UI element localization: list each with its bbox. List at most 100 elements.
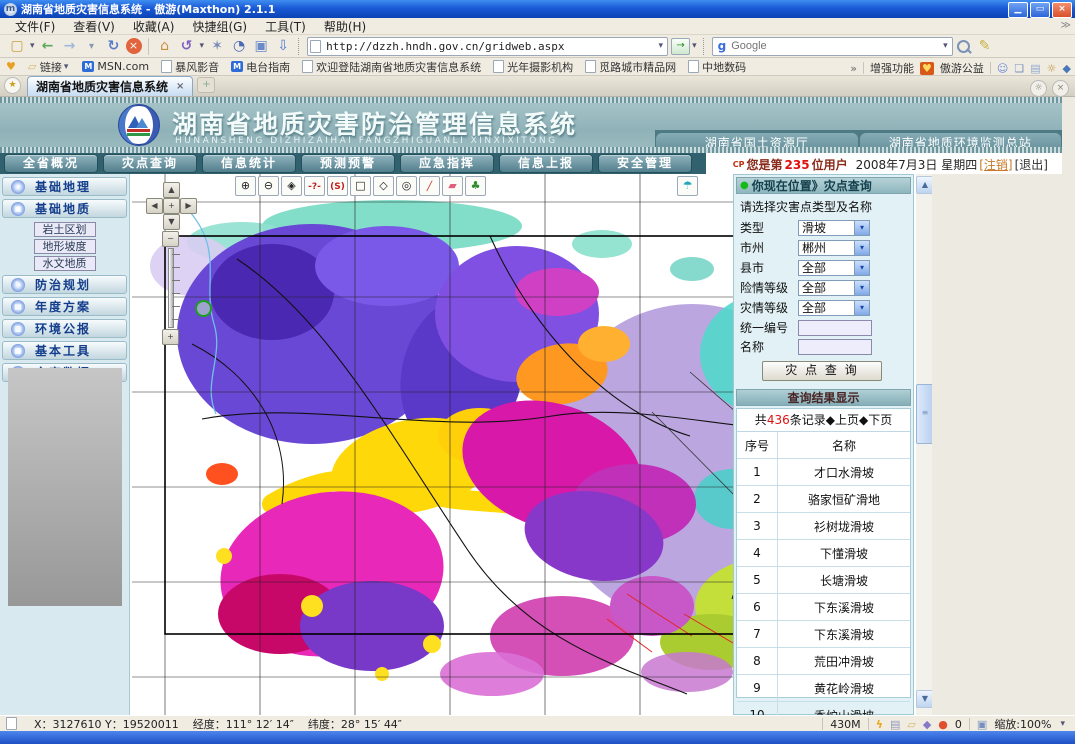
nav-tab-report[interactable]: 信息上报 xyxy=(499,154,593,173)
logout-link[interactable]: [注销] xyxy=(979,156,1012,173)
menu-tools[interactable]: 工具(T) xyxy=(256,18,315,35)
name-input[interactable] xyxy=(798,339,872,355)
highlight-pen-icon[interactable]: ✎ xyxy=(975,37,995,56)
pan-down-icon[interactable]: ▼ xyxy=(163,214,180,230)
links-folder[interactable]: ▱ 链接 ▾ xyxy=(28,59,71,75)
search-input[interactable] xyxy=(729,39,941,53)
pan-right-icon[interactable]: ▶ xyxy=(180,198,197,214)
scale-icon[interactable]: (S) xyxy=(327,176,348,196)
table-row[interactable]: 1才口水滑坡 xyxy=(737,459,910,486)
link-city[interactable]: 觅路城市精品网 xyxy=(585,59,676,75)
risk-level-select[interactable]: 全部▾ xyxy=(798,280,870,296)
zoom-minus-icon[interactable]: − xyxy=(162,231,179,247)
zoom-out-icon[interactable]: ⊖ xyxy=(258,176,279,196)
nav-tab-statistics[interactable]: 信息统计 xyxy=(202,154,296,173)
menu-overflow-icon[interactable]: ≫ xyxy=(1061,20,1071,31)
folder-status-icon[interactable]: ▱ xyxy=(907,718,915,731)
panels-icon[interactable]: ▣ xyxy=(251,37,271,56)
zoom-slider[interactable] xyxy=(168,248,174,328)
link-photo[interactable]: 光年摄影机构 xyxy=(493,59,573,75)
sidebar-item-basic-tools[interactable]: ▦ 基本工具 xyxy=(2,341,127,360)
download-icon[interactable]: ⇩ xyxy=(273,37,293,56)
undo-icon[interactable]: ↺ xyxy=(177,37,197,56)
subitem-hydrogeology[interactable]: 水文地质 xyxy=(34,256,96,271)
measure-icon[interactable]: -?- xyxy=(304,176,325,196)
pan-center-icon[interactable]: + xyxy=(163,198,180,214)
prev-page-link[interactable]: ◆上页 xyxy=(826,413,859,427)
back-icon[interactable]: ← xyxy=(38,37,58,56)
menu-groups[interactable]: 快捷组(G) xyxy=(183,18,256,35)
link-zhongdi[interactable]: 中地数码 xyxy=(688,59,746,75)
select-polygon-icon[interactable]: ◇ xyxy=(373,176,394,196)
stop-icon[interactable]: × xyxy=(126,38,142,54)
zoom-level[interactable]: 缩放:100% xyxy=(994,716,1051,732)
go-button[interactable]: → xyxy=(671,38,690,55)
new-page-icon[interactable]: ▢ xyxy=(7,37,27,56)
menu-file[interactable]: 文件(F) xyxy=(6,18,64,35)
layers-icon[interactable]: ☂ xyxy=(677,176,698,196)
maxthon-charity[interactable]: 傲游公益 xyxy=(940,60,984,76)
unified-id-input[interactable] xyxy=(798,320,872,336)
restore-button[interactable]: ▭ xyxy=(1030,2,1050,18)
link-baofeng[interactable]: 暴风影音 xyxy=(161,59,219,75)
close-button[interactable]: × xyxy=(1052,2,1072,18)
tabbar-settings-icon[interactable]: ☼ xyxy=(1030,80,1047,97)
home-icon[interactable]: ⌂ xyxy=(155,37,175,56)
new-page-dropdown-icon[interactable]: ▾ xyxy=(28,41,37,51)
magic-wand-icon[interactable]: ✶ xyxy=(207,37,227,56)
exit-link[interactable]: [退出] xyxy=(1015,156,1048,173)
pan-icon[interactable]: ◈ xyxy=(281,176,302,196)
paint-icon[interactable]: ☼ xyxy=(1047,62,1057,75)
pan-left-icon[interactable]: ◀ xyxy=(146,198,163,214)
select-rect-icon[interactable]: □ xyxy=(350,176,371,196)
zoom-plus-icon[interactable]: + xyxy=(162,329,179,345)
nav-tab-emergency[interactable]: 应急指挥 xyxy=(400,154,494,173)
tab-star-icon[interactable]: ★ xyxy=(4,77,21,94)
link-msn[interactable]: MMSN.com xyxy=(82,60,149,73)
search-icon[interactable] xyxy=(957,40,970,53)
minimize-button[interactable]: ▁ xyxy=(1008,2,1028,18)
page-scrollbar[interactable]: ▲ ≡ ▼ xyxy=(916,174,932,715)
enhance-features[interactable]: 增强功能 xyxy=(870,60,914,76)
history-dropdown-icon[interactable]: ▾ xyxy=(82,37,102,56)
table-row[interactable]: 10香炉山滑坡 xyxy=(737,702,910,716)
table-row[interactable]: 5长塘滑坡 xyxy=(737,567,910,594)
nav-tab-disaster-query[interactable]: 灾点查询 xyxy=(103,154,197,173)
undo-dropdown-icon[interactable]: ▾ xyxy=(198,41,207,51)
table-row[interactable]: 8荒田冲滑坡 xyxy=(737,648,910,675)
popup-blocker-icon[interactable]: ● xyxy=(938,718,948,731)
nav-tab-forecast[interactable]: 预测预警 xyxy=(301,154,395,173)
sidebar-item-env-bulletin[interactable]: ▥ 环境公报 xyxy=(2,319,127,338)
search-engine-dropdown-icon[interactable]: ▾ xyxy=(941,41,950,51)
pages-icon[interactable]: ▤ xyxy=(1030,62,1040,75)
nav-tab-security[interactable]: 安全管理 xyxy=(598,154,692,173)
table-row[interactable]: 3衫树垅滑坡 xyxy=(737,513,910,540)
new-tab-button[interactable]: + xyxy=(197,77,215,93)
table-row[interactable]: 4下懂滑坡 xyxy=(737,540,910,567)
pan-up-icon[interactable]: ▲ xyxy=(163,182,180,198)
type-select[interactable]: 滑坡▾ xyxy=(798,220,870,236)
sidebar-item-base-geology[interactable]: ▣ 基础地质 xyxy=(2,199,127,218)
printer-icon[interactable]: ▤ xyxy=(890,718,900,731)
table-row[interactable]: 2骆家恒矿滑地 xyxy=(737,486,910,513)
favorites-heart-icon[interactable]: ♥ xyxy=(6,60,16,73)
go-dropdown-icon[interactable]: ▾ xyxy=(690,41,699,51)
links-more-icon[interactable]: » xyxy=(850,62,857,75)
identify-icon[interactable]: ◎ xyxy=(396,176,417,196)
subitem-terrain-slope[interactable]: 地形坡度 xyxy=(34,239,96,254)
table-row[interactable]: 7下东溪滑坡 xyxy=(737,621,910,648)
menu-help[interactable]: 帮助(H) xyxy=(315,18,375,35)
tab-active[interactable]: 湖南省地质灾害信息系统 × xyxy=(27,76,193,96)
tabbar-close-icon[interactable]: × xyxy=(1052,80,1069,97)
history-clock-icon[interactable]: ◔ xyxy=(229,37,249,56)
sidebar-item-prevention-plan[interactable]: ✎ 防治规划 xyxy=(2,275,127,294)
sidebar-item-annual-plan[interactable]: ▤ 年度方案 xyxy=(2,297,127,316)
link-radio[interactable]: M电台指南 xyxy=(231,59,290,75)
sidebar-item-base-geography[interactable]: » 基础地理 xyxy=(2,177,127,196)
url-dropdown-icon[interactable]: ▾ xyxy=(657,41,666,51)
full-extent-icon[interactable]: ♣ xyxy=(465,176,486,196)
url-input[interactable] xyxy=(324,39,656,54)
maxthon-charity-icon[interactable]: ♥ xyxy=(920,62,934,75)
menu-view[interactable]: 查看(V) xyxy=(64,18,124,35)
link-welcome[interactable]: 欢迎登陆湖南省地质灾害信息系统 xyxy=(302,59,481,75)
